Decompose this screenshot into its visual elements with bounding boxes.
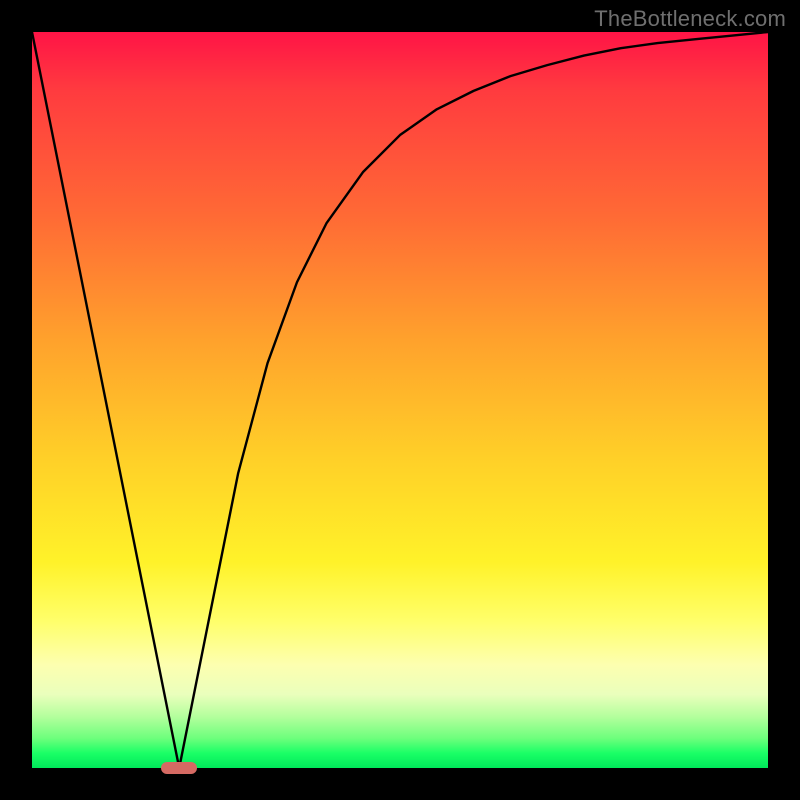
plot-area [32, 32, 768, 768]
optimum-marker [161, 762, 197, 774]
attribution-label: TheBottleneck.com [594, 6, 786, 32]
bottleneck-curve [32, 32, 768, 768]
chart-frame: TheBottleneck.com [0, 0, 800, 800]
